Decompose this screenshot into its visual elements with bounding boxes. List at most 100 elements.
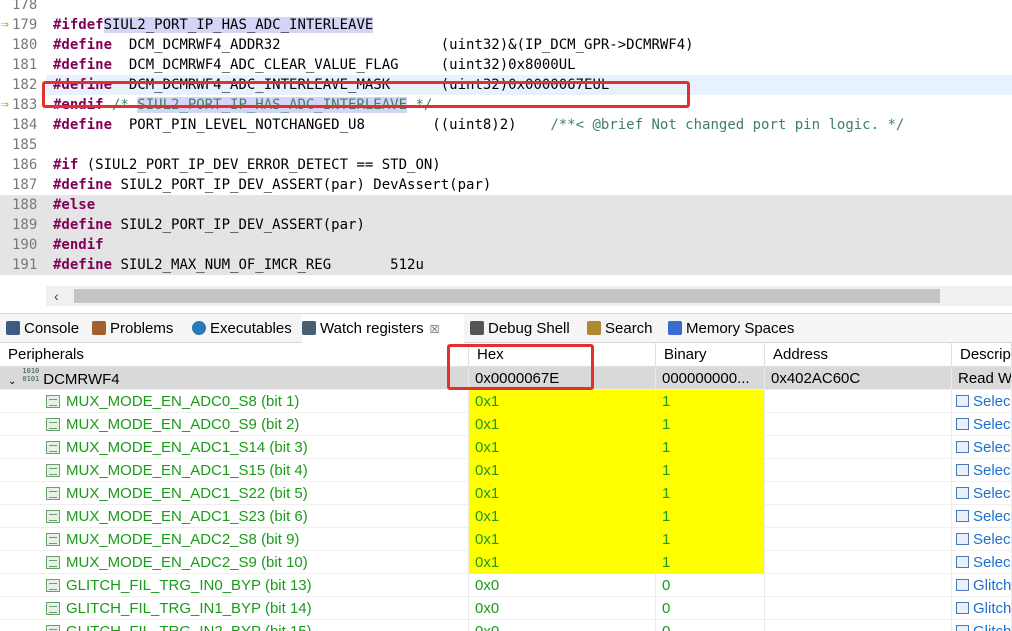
scrollbar-thumb[interactable]	[74, 289, 940, 303]
field-binary-cell[interactable]: 1	[656, 459, 765, 482]
description-icon	[956, 464, 969, 476]
line-gutter: 191	[0, 255, 46, 275]
tab-debug-shell[interactable]: Debug Shell	[470, 314, 580, 343]
field-description-cell[interactable]: Selec	[952, 413, 1012, 436]
preprocessor-keyword: #define	[53, 217, 113, 233]
field-row[interactable]: MUX_MODE_EN_ADC2_S9 (bit 10) 0x1 1 Selec	[0, 551, 1012, 574]
field-row[interactable]: GLITCH_FIL_TRG_IN1_BYP (bit 14) 0x0 0 Glitc…	[0, 597, 1012, 620]
field-description: Selec	[973, 416, 1011, 433]
field-binary-cell[interactable]: 1	[656, 436, 765, 459]
close-tab-icon[interactable]: ☒	[430, 324, 440, 336]
tab-label: Search	[605, 320, 653, 337]
field-hex-cell[interactable]: 0x1	[469, 413, 656, 436]
field-row[interactable]: MUX_MODE_EN_ADC1_S15 (bit 4) 0x1 1 Selec	[0, 459, 1012, 482]
field-row[interactable]: GLITCH_FIL_TRG_IN0_BYP (bit 13) 0x0 0 Glitc…	[0, 574, 1012, 597]
field-address-cell	[765, 459, 952, 482]
field-binary-cell[interactable]: 0	[656, 574, 765, 597]
line-gutter: 189	[0, 215, 46, 235]
field-description-cell[interactable]: Selec	[952, 436, 1012, 459]
field-binary-cell[interactable]: 1	[656, 528, 765, 551]
field-description-cell[interactable]: Selec	[952, 551, 1012, 574]
description-icon	[956, 602, 969, 614]
code-line[interactable]: 185	[0, 135, 1012, 155]
field-hex-cell[interactable]: 0x0	[469, 620, 656, 631]
field-hex-cell[interactable]: 0x1	[469, 482, 656, 505]
field-description-cell[interactable]: Selec	[952, 505, 1012, 528]
line-number: 189	[12, 217, 38, 233]
field-description-cell[interactable]: Glitch	[952, 620, 1012, 631]
field-row[interactable]: MUX_MODE_EN_ADC0_S9 (bit 2) 0x1 1 Selec	[0, 413, 1012, 436]
bitfield-icon	[46, 556, 60, 569]
code-line[interactable]: 184 #define PORT_PIN_LEVEL_NOTCHANGED_U8 …	[0, 115, 1012, 135]
field-address-cell	[765, 574, 952, 597]
field-description-cell[interactable]: Selec	[952, 528, 1012, 551]
field-row[interactable]: MUX_MODE_EN_ADC1_S23 (bit 6) 0x1 1 Selec	[0, 505, 1012, 528]
field-binary-cell[interactable]: 0	[656, 620, 765, 631]
fold-marker-icon[interactable]: ⇒	[1, 95, 9, 115]
tab-search[interactable]: Search	[587, 314, 661, 343]
field-row[interactable]: MUX_MODE_EN_ADC0_S8 (bit 1) 0x1 1 Selec	[0, 390, 1012, 413]
field-hex-cell[interactable]: 0x1	[469, 436, 656, 459]
line-number: 178	[12, 0, 38, 13]
field-binary-cell[interactable]: 0	[656, 597, 765, 620]
scroll-left-arrow-icon[interactable]: ‹	[54, 288, 59, 304]
field-description-cell[interactable]: Glitch	[952, 597, 1012, 620]
field-address-cell	[765, 436, 952, 459]
tab-watch-registers[interactable]: Watch registers ☒	[302, 314, 464, 343]
field-name-cell: MUX_MODE_EN_ADC2_S9 (bit 10)	[0, 551, 469, 574]
field-hex-cell[interactable]: 0x0	[469, 574, 656, 597]
code-line[interactable]: ⇒ 179 #ifdefSIUL2_PORT_IP_HAS_ADC_INTERLEA…	[0, 15, 1012, 35]
field-description-cell[interactable]: Selec	[952, 459, 1012, 482]
line-number: 191	[12, 257, 38, 273]
field-hex-cell[interactable]: 0x1	[469, 459, 656, 482]
field-binary-cell[interactable]: 1	[656, 413, 765, 436]
column-header-address[interactable]: Address	[765, 343, 952, 367]
field-hex-cell[interactable]: 0x1	[469, 551, 656, 574]
register-name-cell: ⌄ 1010 0101 DCMRWF4	[0, 367, 469, 390]
expand-chevron-icon[interactable]: ⌄	[8, 376, 16, 387]
field-row[interactable]: GLITCH_FIL_TRG_IN2_BYP (bit 15) 0x00 Glitc…	[0, 620, 1012, 631]
field-binary-cell[interactable]: 1	[656, 482, 765, 505]
preprocessor-keyword: #else	[53, 197, 96, 213]
tab-problems[interactable]: Problems	[92, 314, 188, 343]
field-description-cell[interactable]: Selec	[952, 482, 1012, 505]
line-gutter: 188	[0, 195, 46, 215]
code-line[interactable]: 187 #define SIUL2_PORT_IP_DEV_ASSERT(par)…	[0, 175, 1012, 195]
code-line[interactable]: 188 #else	[0, 195, 1012, 215]
field-binary-cell[interactable]: 1	[656, 390, 765, 413]
code-line[interactable]: 186 #if (SIUL2_PORT_IP_DEV_ERROR_DETECT =…	[0, 155, 1012, 175]
horizontal-scrollbar[interactable]: ‹	[46, 286, 1012, 306]
column-header-description[interactable]: Descrip	[952, 343, 1012, 367]
field-hex-cell[interactable]: 0x1	[469, 390, 656, 413]
field-hex-cell[interactable]: 0x1	[469, 505, 656, 528]
code-editor[interactable]: 178 ⇒ 179 #ifdefSIUL2_PORT_IP_HAS_ADC_INTER…	[0, 0, 1012, 306]
code-line[interactable]: 190 #endif	[0, 235, 1012, 255]
code-text: #endif	[53, 235, 104, 255]
code-line[interactable]: 178	[0, 0, 1012, 15]
field-description: Selec	[973, 393, 1011, 410]
column-header-peripherals[interactable]: Peripherals	[0, 343, 469, 367]
field-description: Glitch	[973, 600, 1012, 617]
register-binary-cell[interactable]: 000000000...	[656, 367, 765, 390]
field-description-cell[interactable]: Glitch	[952, 574, 1012, 597]
code-line[interactable]: 189 #define SIUL2_PORT_IP_DEV_ASSERT(par)	[0, 215, 1012, 235]
field-row[interactable]: MUX_MODE_EN_ADC2_S8 (bit 9) 0x1 1 Selec	[0, 528, 1012, 551]
field-description-cell[interactable]: Selec	[952, 390, 1012, 413]
fold-marker-icon[interactable]: ⇒	[1, 15, 9, 35]
field-row[interactable]: MUX_MODE_EN_ADC1_S22 (bit 5) 0x1 1 Selec	[0, 482, 1012, 505]
column-header-binary[interactable]: Binary	[656, 343, 765, 367]
tab-console[interactable]: Console	[6, 314, 88, 343]
tab-memory-spaces[interactable]: Memory Spaces	[668, 314, 808, 343]
field-binary-cell[interactable]: 1	[656, 551, 765, 574]
macro-name: SIUL2_PORT_IP_HAS_ADC_INTERLEAVE	[103, 17, 374, 33]
field-row[interactable]: MUX_MODE_EN_ADC1_S14 (bit 3) 0x1 1 Selec	[0, 436, 1012, 459]
field-hex-cell[interactable]: 0x1	[469, 528, 656, 551]
tab-executables[interactable]: Executables	[192, 314, 298, 343]
code-line[interactable]: 181 #define DCM_DCMRWF4_ADC_CLEAR_VALUE_F…	[0, 55, 1012, 75]
field-hex-cell[interactable]: 0x0	[469, 597, 656, 620]
code-line[interactable]: 180 #define DCM_DCMRWF4_ADDR32 (uint32)&(…	[0, 35, 1012, 55]
field-binary-cell[interactable]: 1	[656, 505, 765, 528]
code-line[interactable]: 191 #define SIUL2_MAX_NUM_OF_IMCR_REG 512…	[0, 255, 1012, 275]
bitfield-icon	[46, 533, 60, 546]
field-description: Selec	[973, 554, 1011, 571]
